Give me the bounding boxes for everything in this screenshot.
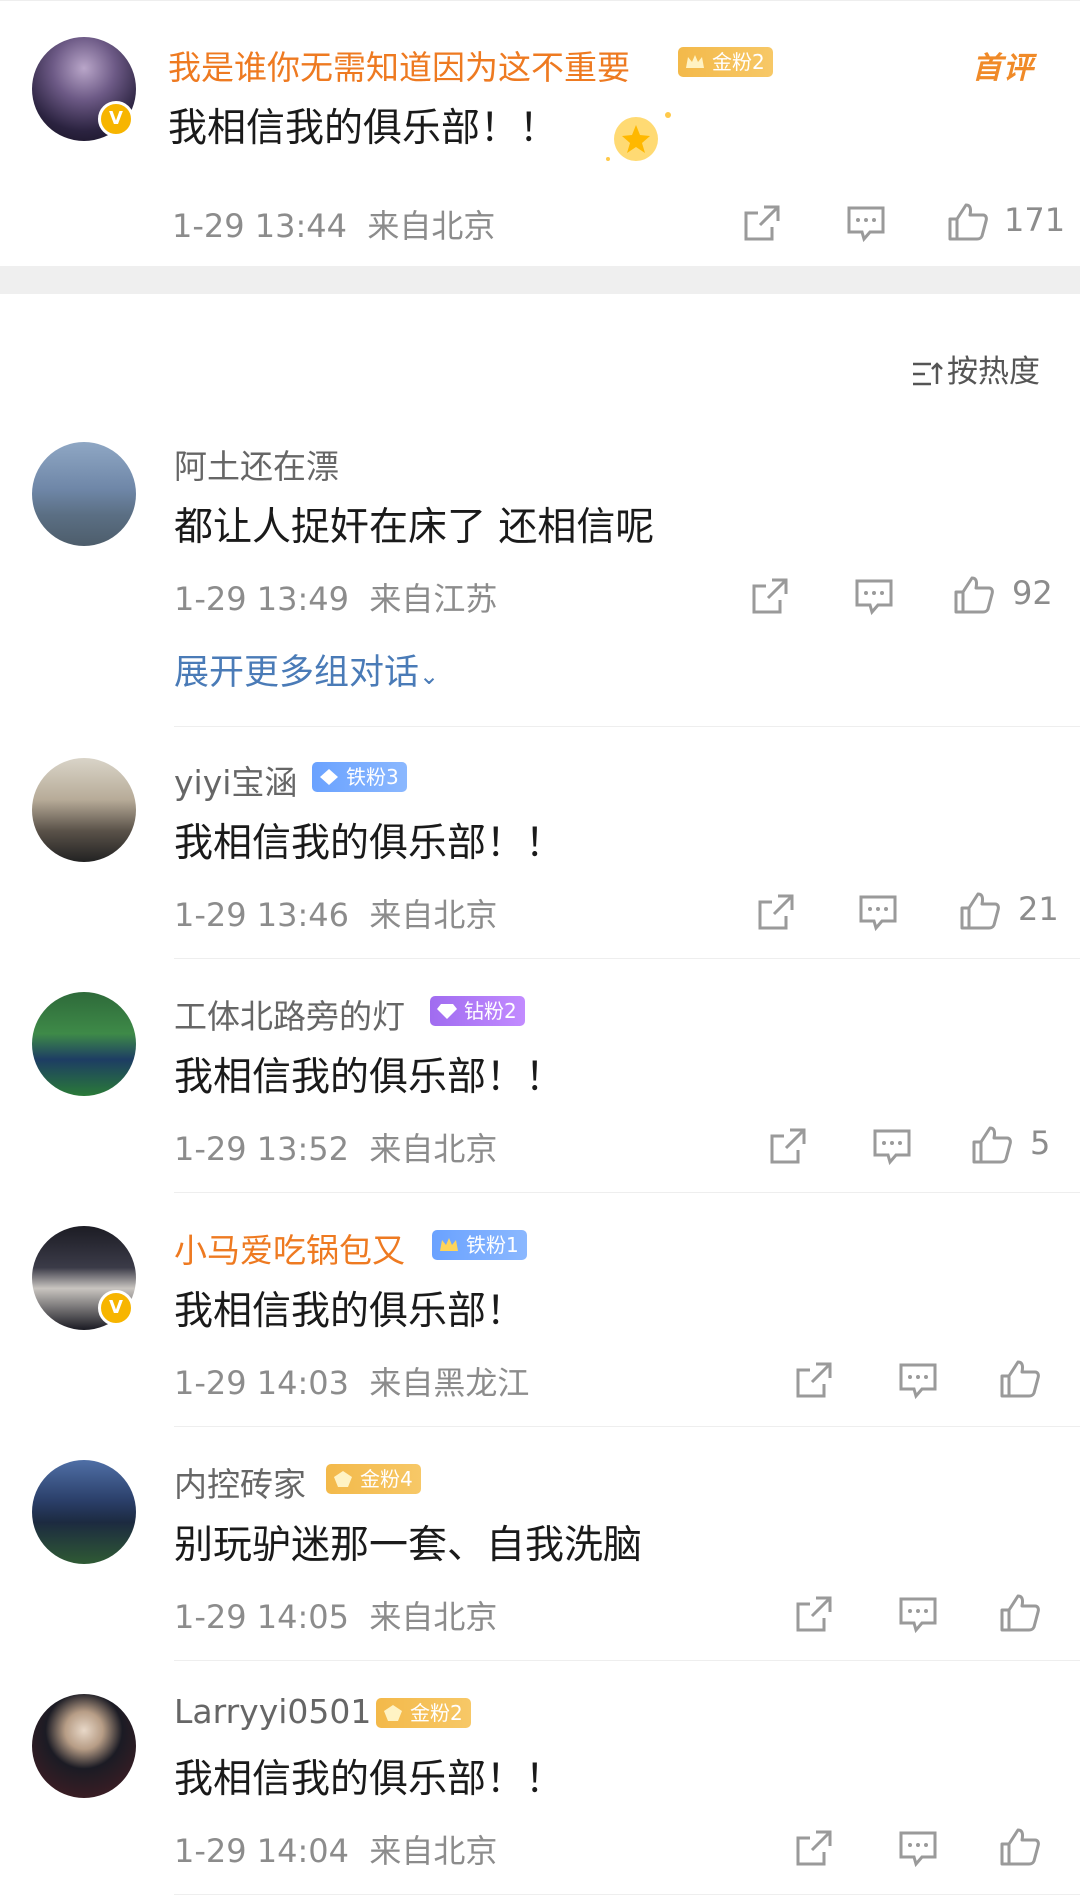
like-icon[interactable] (958, 888, 1002, 932)
avatar[interactable] (32, 758, 136, 862)
like-icon[interactable] (998, 1824, 1042, 1868)
username[interactable]: 阿土还在漂 (174, 440, 339, 488)
username[interactable]: 内控砖家 (174, 1458, 306, 1506)
like-icon[interactable] (952, 572, 996, 616)
share-icon[interactable] (748, 574, 792, 618)
like-count: 21 (1018, 890, 1059, 928)
comment-icon[interactable] (896, 1358, 940, 1402)
section-divider (0, 266, 1080, 294)
fan-badge[interactable]: 铁粉1 (432, 1230, 527, 1260)
comment-text: 我相信我的俱乐部！！ (174, 1757, 565, 1802)
divider (174, 958, 1080, 959)
sparkle-icon (606, 112, 671, 161)
username[interactable]: Larryyi0501 (174, 1692, 371, 1731)
diamond-icon (437, 1004, 457, 1019)
comment-icon[interactable] (870, 1124, 914, 1168)
comment-text: 我相信我的俱乐部！！ (174, 821, 565, 866)
like-count: 5 (1030, 1124, 1051, 1162)
fan-badge[interactable]: 金粉4 (326, 1464, 421, 1494)
comment-text: 都让人捉奸在床了 还相信呢 (174, 505, 655, 550)
comment-icon[interactable] (852, 574, 896, 618)
comment-text: 别玩驴迷那一套、自我洗脑 (174, 1523, 643, 1568)
gem-icon (384, 1705, 402, 1721)
divider (174, 1660, 1080, 1661)
avatar[interactable] (32, 1694, 136, 1798)
share-icon[interactable] (740, 201, 784, 245)
username[interactable]: 小马爱吃锅包又 (174, 1224, 405, 1272)
comment-text: 我相信我的俱乐部！！ (168, 106, 559, 151)
comment-icon[interactable] (844, 201, 888, 245)
gem-icon (334, 1471, 352, 1487)
expand-replies-link[interactable]: 展开更多组对话⌄ (174, 644, 439, 695)
top-comment: V 我是谁你无需知道因为这不重要 金粉2 首评 我相信我的俱乐部！！ 1-29 … (0, 0, 1080, 267)
divider (174, 1192, 1080, 1193)
diamond-icon (320, 769, 338, 785)
avatar[interactable] (32, 992, 136, 1096)
fan-badge[interactable]: 铁粉3 (312, 762, 407, 792)
comment-text: 我相信我的俱乐部！！ (174, 1055, 565, 1100)
share-icon[interactable] (766, 1124, 810, 1168)
chevron-down-icon: ⌄ (419, 662, 440, 690)
username[interactable]: 我是谁你无需知道因为这不重要 (168, 41, 630, 89)
like-icon[interactable] (998, 1356, 1042, 1400)
avatar[interactable] (32, 442, 136, 546)
verified-icon: V (98, 101, 134, 137)
like-icon[interactable] (970, 1122, 1014, 1166)
comment-page: V 我是谁你无需知道因为这不重要 金粉2 首评 我相信我的俱乐部！！ 1-29 … (0, 0, 1080, 1899)
comment-time: 1-29 14:03 来自黑龙江 (174, 1364, 530, 1402)
comment-time: 1-29 14:04 来自北京 (174, 1832, 498, 1870)
verified-icon: V (98, 1290, 134, 1326)
comment-text: 我相信我的俱乐部！ (174, 1289, 526, 1334)
comment-time: 1-29 13:44 来自北京 (172, 207, 496, 245)
divider (174, 1894, 1080, 1895)
fan-badge[interactable]: 金粉2 (678, 47, 773, 77)
like-icon[interactable] (998, 1590, 1042, 1634)
like-count: 92 (1012, 574, 1053, 612)
comment-icon[interactable] (856, 890, 900, 934)
share-icon[interactable] (792, 1358, 836, 1402)
crown-icon (440, 1238, 458, 1251)
comment-icon[interactable] (896, 1826, 940, 1870)
username[interactable]: yiyi宝涵 (174, 756, 297, 804)
share-icon[interactable] (792, 1592, 836, 1636)
fan-badge[interactable]: 金粉2 (376, 1698, 471, 1728)
comment-time: 1-29 14:05 来自北京 (174, 1598, 498, 1636)
like-count: 171 (1004, 201, 1066, 239)
comment-time: 1-29 13:49 来自江苏 (174, 580, 498, 618)
share-icon[interactable] (754, 890, 798, 934)
divider (174, 726, 1080, 727)
first-comment-tag: 首评 (972, 51, 1034, 86)
share-icon[interactable] (792, 1826, 836, 1870)
divider (174, 1426, 1080, 1427)
crown-icon (686, 55, 704, 68)
fan-badge[interactable]: 钻粉2 (430, 996, 525, 1026)
like-icon[interactable] (946, 199, 990, 243)
sort-icon (913, 361, 943, 385)
comment-icon[interactable] (896, 1592, 940, 1636)
username[interactable]: 工体北路旁的灯 (174, 990, 405, 1038)
comment-time: 1-29 13:52 来自北京 (174, 1130, 498, 1168)
avatar[interactable] (32, 1460, 136, 1564)
sort-button[interactable]: 按热度 (911, 346, 1040, 391)
comment-time: 1-29 13:46 来自北京 (174, 896, 498, 934)
